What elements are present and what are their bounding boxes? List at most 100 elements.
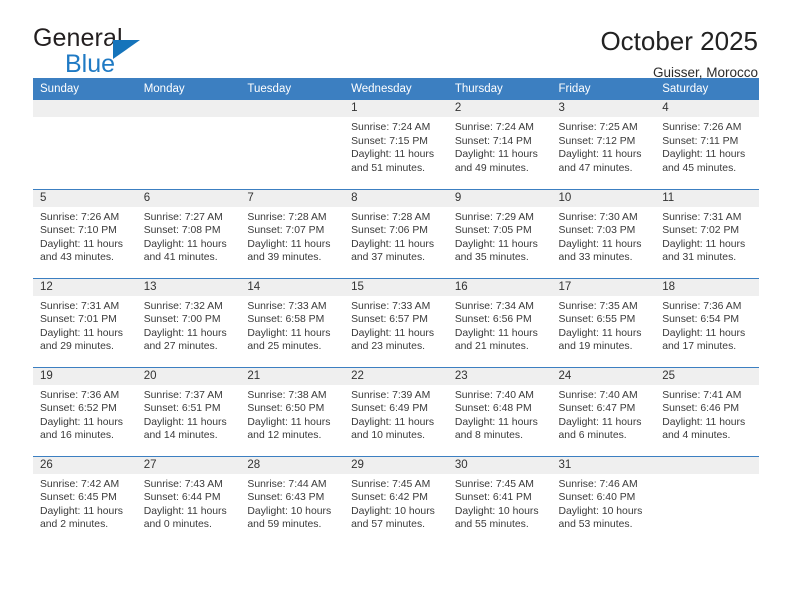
sunset-text: Sunset: 6:44 PM	[143, 492, 221, 504]
calendar-day-cell[interactable]: 13 Sunrise: 7:32 AM Sunset: 7:00 PM Dayligh…	[136, 277, 241, 367]
sunrise-text: Sunrise: 7:24 AM	[351, 122, 431, 133]
sunrise-text: Sunrise: 7:44 AM	[247, 478, 327, 490]
day-number: 21	[240, 368, 345, 385]
calendar-week-row: 12 Sunrise: 7:31 AM Sunset: 7:01 PM Dayligh…	[33, 277, 759, 367]
calendar-cell-inner: 29 Sunrise: 7:45 AM Sunset: 6:42 PM Dayligh…	[344, 457, 448, 545]
day-number: 19	[33, 368, 137, 385]
sunrise-text: Sunrise: 7:31 AM	[40, 300, 120, 312]
calendar-day-cell[interactable]: 14 Sunrise: 7:33 AM Sunset: 6:58 PM Dayligh…	[240, 277, 345, 367]
calendar-day-cell[interactable]: 4 Sunrise: 7:26 AM Sunset: 7:11 PM Daylight…	[655, 100, 759, 189]
calendar-day-cell[interactable]: 31 Sunrise: 7:46 AM Sunset: 6:40 PM Dayligh…	[551, 455, 656, 545]
sunrise-text: Sunrise: 7:25 AM	[558, 122, 638, 133]
calendar-cell-inner: 10 Sunrise: 7:30 AM Sunset: 7:03 PM Dayligh…	[551, 190, 656, 278]
day-details: Sunrise: 7:35 AM Sunset: 6:55 PM Daylight:…	[552, 296, 656, 354]
daylight-text-line1: Daylight: 11 hours	[454, 238, 538, 250]
daylight-text-line2: and 12 minutes.	[247, 430, 322, 442]
page-subtitle-location: Guisser, Morocco	[652, 64, 758, 80]
calendar-week-row: 19 Sunrise: 7:36 AM Sunset: 6:52 PM Dayligh…	[33, 366, 759, 456]
daylight-text-line2: and 17 minutes.	[662, 341, 737, 353]
logo-triangle-icon	[113, 40, 140, 59]
sunset-text: Sunset: 6:47 PM	[558, 403, 636, 415]
calendar-day-cell[interactable]: 11 Sunrise: 7:31 AM Sunset: 7:02 PM Dayligh…	[655, 188, 759, 278]
daylight-text-line2: and 19 minutes.	[558, 341, 633, 353]
calendar-day-cell[interactable]: 8 Sunrise: 7:28 AM Sunset: 7:06 PM Daylight…	[344, 188, 448, 278]
calendar-day-cell[interactable]: 18 Sunrise: 7:36 AM Sunset: 6:54 PM Dayligh…	[655, 277, 759, 367]
sunset-text: Sunset: 6:43 PM	[247, 492, 325, 504]
calendar-day-cell[interactable]: 7 Sunrise: 7:28 AM Sunset: 7:07 PM Daylight…	[240, 188, 345, 278]
calendar-day-cell[interactable]: 3 Sunrise: 7:25 AM Sunset: 7:12 PM Daylight…	[551, 100, 656, 189]
calendar-cell-inner: 18 Sunrise: 7:36 AM Sunset: 6:54 PM Dayligh…	[655, 279, 759, 367]
calendar-day-cell[interactable]: 22 Sunrise: 7:39 AM Sunset: 6:49 PM Dayligh…	[344, 366, 448, 456]
calendar-cell-inner: 3 Sunrise: 7:25 AM Sunset: 7:12 PM Daylight…	[551, 100, 656, 189]
calendar-day-cell[interactable]: 23 Sunrise: 7:40 AM Sunset: 6:48 PM Dayligh…	[447, 366, 552, 456]
day-number: 5	[33, 190, 137, 207]
calendar-day-cell[interactable]: 15 Sunrise: 7:33 AM Sunset: 6:57 PM Dayligh…	[344, 277, 448, 367]
calendar-week-row: 5 Sunrise: 7:26 AM Sunset: 7:10 PM Daylight…	[33, 188, 759, 278]
day-details	[33, 117, 137, 121]
calendar-day-cell[interactable]: 19 Sunrise: 7:36 AM Sunset: 6:52 PM Dayligh…	[33, 366, 137, 456]
weekday-header-saturday: Saturday	[655, 78, 759, 100]
general-blue-logo[interactable]: General Blue	[33, 26, 233, 82]
calendar-cell-inner: 27 Sunrise: 7:43 AM Sunset: 6:44 PM Dayligh…	[136, 457, 241, 545]
sunset-text: Sunset: 6:45 PM	[40, 492, 117, 504]
calendar-day-cell[interactable]: 2 Sunrise: 7:24 AM Sunset: 7:14 PM Daylight…	[447, 100, 552, 189]
calendar-day-cell[interactable]: 26 Sunrise: 7:42 AM Sunset: 6:45 PM Dayligh…	[33, 455, 137, 545]
daylight-text-line1: Daylight: 11 hours	[454, 327, 538, 339]
day-details: Sunrise: 7:45 AM Sunset: 6:42 PM Daylight:…	[344, 474, 448, 532]
sunrise-text: Sunrise: 7:28 AM	[351, 211, 431, 223]
daylight-text-line1: Daylight: 11 hours	[351, 327, 435, 339]
calendar-cell-inner: 8 Sunrise: 7:28 AM Sunset: 7:06 PM Daylight…	[344, 190, 448, 278]
calendar-day-cell[interactable]: 6 Sunrise: 7:27 AM Sunset: 7:08 PM Daylight…	[136, 188, 241, 278]
calendar-day-cell[interactable]: 1 Sunrise: 7:24 AM Sunset: 7:15 PM Daylight…	[344, 100, 448, 189]
calendar-day-cell[interactable]: 5 Sunrise: 7:26 AM Sunset: 7:10 PM Daylight…	[33, 188, 137, 278]
calendar-day-cell[interactable]: 10 Sunrise: 7:30 AM Sunset: 7:03 PM Dayligh…	[551, 188, 656, 278]
sunset-text: Sunset: 7:01 PM	[40, 314, 117, 326]
calendar-cell-inner: 30 Sunrise: 7:45 AM Sunset: 6:41 PM Dayligh…	[447, 457, 552, 545]
sunrise-text: Sunrise: 7:46 AM	[558, 478, 638, 490]
sunset-text: Sunset: 6:42 PM	[351, 492, 428, 504]
calendar-day-cell[interactable]: 9 Sunrise: 7:29 AM Sunset: 7:05 PM Daylight…	[447, 188, 552, 278]
daylight-text-line1: Daylight: 11 hours	[351, 238, 435, 250]
sunrise-text: Sunrise: 7:33 AM	[247, 300, 327, 312]
daylight-text-line2: and 51 minutes.	[351, 162, 426, 174]
daylight-text-line2: and 10 minutes.	[351, 430, 426, 442]
calendar-day-cell[interactable]: 12 Sunrise: 7:31 AM Sunset: 7:01 PM Dayligh…	[33, 277, 137, 367]
day-details: Sunrise: 7:33 AM Sunset: 6:58 PM Daylight:…	[240, 296, 344, 354]
calendar-day-cell[interactable]: 20 Sunrise: 7:37 AM Sunset: 6:51 PM Dayligh…	[136, 366, 241, 456]
calendar-cell-inner: 14 Sunrise: 7:33 AM Sunset: 6:58 PM Dayligh…	[240, 279, 345, 367]
sunrise-text: Sunrise: 7:40 AM	[558, 389, 638, 401]
sunrise-text: Sunrise: 7:38 AM	[247, 389, 327, 401]
day-number: 28	[240, 457, 345, 474]
sunset-text: Sunset: 6:49 PM	[351, 403, 428, 415]
daylight-text-line1: Daylight: 11 hours	[143, 238, 227, 250]
day-number: 14	[240, 279, 345, 296]
day-details	[655, 474, 759, 478]
calendar-cell-inner: 9 Sunrise: 7:29 AM Sunset: 7:05 PM Daylight…	[447, 190, 552, 278]
daylight-text-line2: and 39 minutes.	[247, 252, 322, 264]
day-number: 3	[551, 100, 656, 117]
day-number: 9	[447, 190, 552, 207]
calendar-day-cell[interactable]: 24 Sunrise: 7:40 AM Sunset: 6:47 PM Dayligh…	[551, 366, 656, 456]
daylight-text-line2: and 41 minutes.	[143, 252, 218, 264]
calendar-cell-empty	[136, 100, 241, 189]
daylight-text-line1: Daylight: 11 hours	[40, 505, 123, 517]
calendar-day-cell[interactable]: 29 Sunrise: 7:45 AM Sunset: 6:42 PM Dayligh…	[344, 455, 448, 545]
calendar-cell-inner: 5 Sunrise: 7:26 AM Sunset: 7:10 PM Daylight…	[33, 190, 137, 278]
daylight-text-line1: Daylight: 11 hours	[558, 327, 642, 339]
daylight-text-line1: Daylight: 11 hours	[40, 238, 123, 250]
calendar-day-cell[interactable]: 27 Sunrise: 7:43 AM Sunset: 6:44 PM Dayligh…	[136, 455, 241, 545]
calendar-day-cell[interactable]: 28 Sunrise: 7:44 AM Sunset: 6:43 PM Dayligh…	[240, 455, 345, 545]
calendar-day-cell[interactable]: 17 Sunrise: 7:35 AM Sunset: 6:55 PM Dayligh…	[551, 277, 656, 367]
calendar-day-cell[interactable]: 30 Sunrise: 7:45 AM Sunset: 6:41 PM Dayligh…	[447, 455, 552, 545]
sunset-text: Sunset: 6:58 PM	[247, 314, 325, 326]
calendar-day-cell[interactable]: 16 Sunrise: 7:34 AM Sunset: 6:56 PM Dayligh…	[447, 277, 552, 367]
logo-text-general: General	[33, 24, 123, 52]
daylight-text-line1: Daylight: 11 hours	[558, 416, 642, 428]
day-number: 31	[551, 457, 656, 474]
day-number: 25	[655, 368, 759, 385]
calendar-day-cell[interactable]: 21 Sunrise: 7:38 AM Sunset: 6:50 PM Dayligh…	[240, 366, 345, 456]
calendar-day-cell[interactable]: 25 Sunrise: 7:41 AM Sunset: 6:46 PM Dayligh…	[655, 366, 759, 456]
day-details: Sunrise: 7:25 AM Sunset: 7:12 PM Daylight:…	[552, 117, 656, 175]
sunrise-text: Sunrise: 7:43 AM	[143, 478, 223, 490]
sunset-text: Sunset: 7:00 PM	[143, 314, 221, 326]
